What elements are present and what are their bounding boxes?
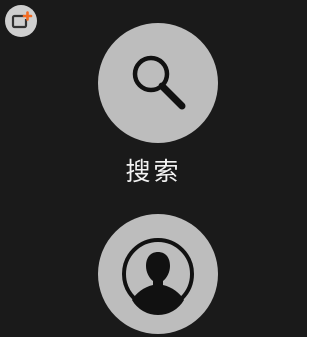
person-icon xyxy=(122,238,194,316)
search-button[interactable] xyxy=(98,23,218,143)
screen-share-icon xyxy=(11,11,33,29)
search-icon xyxy=(132,55,186,110)
contacts-button[interactable] xyxy=(98,214,218,334)
search-label: 搜索 xyxy=(125,157,182,186)
corner-indicator[interactable] xyxy=(5,5,37,37)
watch-screen: 搜索 xyxy=(0,0,307,337)
